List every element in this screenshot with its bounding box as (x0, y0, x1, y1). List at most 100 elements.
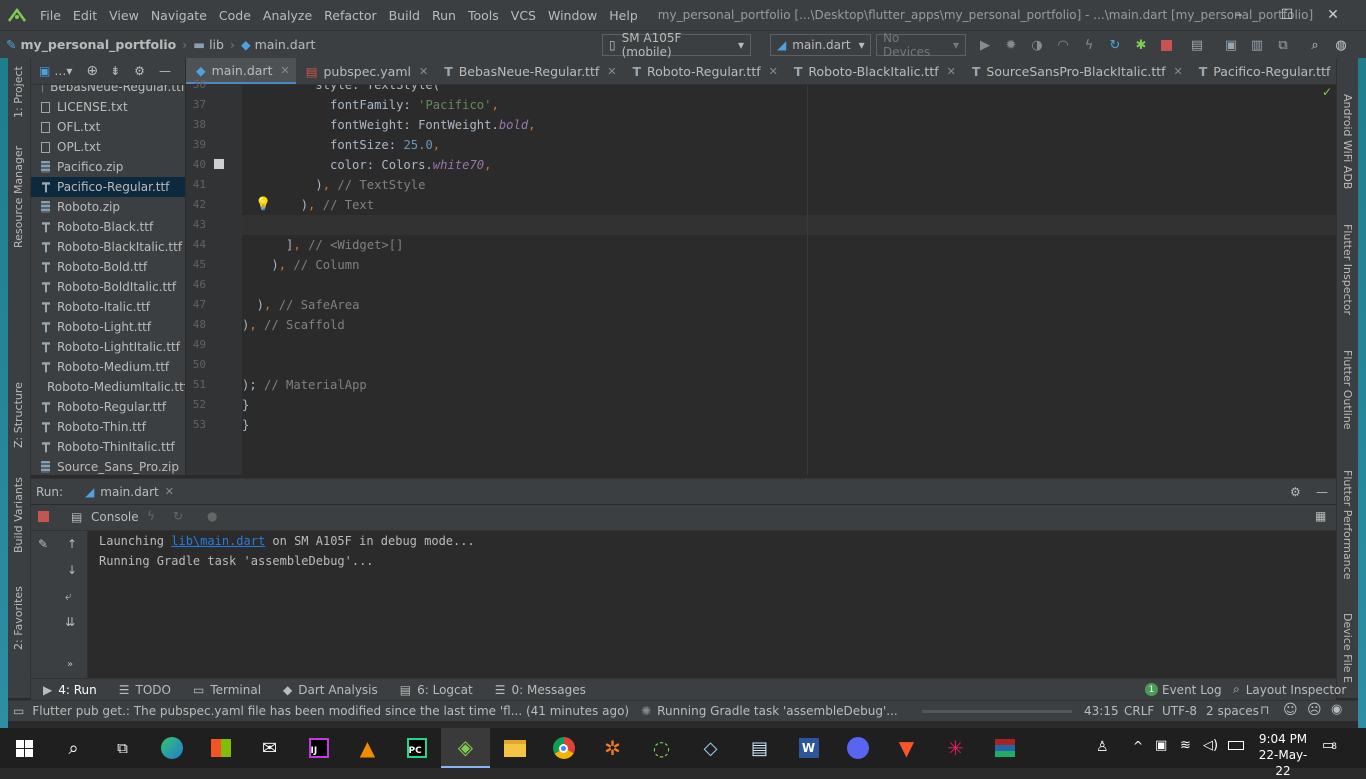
code-editor[interactable]: style: TextStyle( fontFamily: 'Pacifico'… (242, 85, 1336, 475)
file-explorer-icon[interactable] (490, 728, 539, 768)
search-icon[interactable]: ⌕ (1306, 36, 1324, 54)
sync-app-icon[interactable]: ◌ (637, 728, 686, 768)
battery-icon[interactable] (1228, 741, 1244, 750)
color-swatch-icon[interactable] (214, 159, 224, 169)
avd-manager-icon[interactable]: ▣ (1222, 36, 1240, 54)
tab-dart-analysis[interactable]: ◆ Dart Analysis (283, 683, 378, 697)
debug-attach-icon[interactable]: ✱ (1132, 36, 1150, 54)
device-manager-icon[interactable]: ▥ (1248, 36, 1266, 54)
tray-device-icon[interactable]: ▣ (1155, 738, 1167, 753)
editor-tab[interactable]: T BebasNeue-Regular.ttf ✕ (434, 58, 622, 84)
frown-icon[interactable]: ☹ (1307, 702, 1322, 718)
collapse-icon[interactable]: ⇟ (110, 64, 120, 78)
menu-tools[interactable]: Tools (462, 8, 505, 23)
tab-todo[interactable]: ☰ TODO (119, 683, 171, 697)
editor-tab[interactable]: TPacifico-Regular.ttf✕ (1189, 58, 1336, 84)
panel-view-icon[interactable]: ▣ (39, 64, 50, 78)
intellij-icon[interactable]: IJ (294, 728, 343, 768)
menu-analyze[interactable]: Analyze (257, 8, 318, 23)
word-icon[interactable]: W (784, 728, 833, 768)
close-tab-icon[interactable]: ✕ (607, 65, 616, 78)
arrow-up-icon[interactable]: ↑ (67, 537, 77, 551)
menu-run[interactable]: Run (426, 8, 462, 23)
virtualbox-icon[interactable]: ◇ (686, 728, 735, 768)
coverage-icon[interactable]: ◑ (1028, 36, 1046, 54)
slack-icon[interactable]: ✳ (931, 728, 980, 768)
status-task[interactable]: Running Gradle task 'assembleDebug'... (657, 704, 898, 718)
store-icon[interactable] (196, 728, 245, 768)
tree-item[interactable]: Roboto-Thin.ttf (31, 417, 185, 437)
close-tab-icon[interactable]: ✕ (1174, 65, 1183, 78)
menu-build[interactable]: Build (383, 8, 426, 23)
smiley-icon[interactable]: ☺ (1283, 702, 1298, 718)
menu-refactor[interactable]: Refactor (318, 8, 382, 23)
xampp-icon[interactable]: ✲ (588, 728, 637, 768)
tool-window-favorites[interactable]: 2: Favorites (12, 586, 25, 650)
lock-icon[interactable]: ⊓ (1260, 703, 1269, 717)
start-icon[interactable] (0, 728, 49, 768)
pycharm-icon[interactable]: PC (392, 728, 441, 768)
tab-messages[interactable]: ☰ 0: Messages (495, 683, 586, 697)
locate-icon[interactable]: ⊕ (86, 63, 98, 79)
tree-item[interactable]: Roboto-Italic.ttf (31, 297, 185, 317)
notification-center-icon[interactable]: ▭8 (1322, 738, 1337, 753)
status-message[interactable]: Flutter pub get.: The pubspec.yaml file … (32, 704, 629, 718)
notepad-icon[interactable]: ▤ (735, 728, 784, 768)
indent-setting[interactable]: 2 spaces (1206, 704, 1259, 718)
tree-item[interactable]: Roboto-LightItalic.ttf (31, 337, 185, 357)
tree-item[interactable]: Pacifico.zip (31, 157, 185, 177)
clock[interactable]: 9:04 PM 22-May-22 (1252, 731, 1314, 779)
tree-item[interactable]: Roboto-Regular.ttf (31, 397, 185, 417)
menu-file[interactable]: File (34, 8, 67, 23)
close-icon[interactable]: ✕ (165, 485, 174, 498)
tree-item[interactable]: Roboto.zip (31, 197, 185, 217)
tree-item[interactable]: Pacifico-Regular.ttf (31, 177, 185, 197)
stop-icon[interactable] (38, 511, 49, 522)
maximize-button[interactable]: ☐ (1264, 0, 1310, 30)
pin-icon[interactable]: ✎ (38, 537, 48, 551)
run-config-selector[interactable]: ◢ main.dart ▾ (770, 34, 871, 56)
search-icon[interactable]: ⌕ (49, 728, 98, 768)
close-tab-icon[interactable]: ✕ (947, 65, 956, 78)
tree-item[interactable]: OPL.txt (31, 137, 185, 157)
hide-icon[interactable]: — (159, 64, 171, 78)
tool-window-wifi-adb[interactable]: Android WiFi ADB (1341, 94, 1354, 189)
sync-icon[interactable]: ⧉ (1274, 36, 1292, 54)
gear-icon[interactable]: ⚙ (134, 64, 145, 78)
tab-terminal[interactable]: ▭ Terminal (193, 683, 261, 697)
tree-item[interactable]: OFL.txt (31, 117, 185, 137)
hot-restart-icon[interactable]: ↻ (173, 509, 183, 523)
lightbulb-icon[interactable]: 💡 (255, 197, 271, 212)
tree-item[interactable]: Roboto-Black.ttf (31, 217, 185, 237)
device-selector[interactable]: ▯ SM A105F (mobile) ▾ (602, 31, 751, 59)
arrow-down-icon[interactable]: ↓ (67, 563, 77, 577)
console-tab[interactable]: Console (91, 510, 139, 524)
hot-restart-icon[interactable]: ↻ (1106, 36, 1124, 54)
sdk-manager-icon[interactable]: ▤ (1188, 36, 1206, 54)
target-selector[interactable]: No Devices ▾ (876, 31, 966, 59)
tab-layout-inspector[interactable]: ⌕ Layout Inspector (1233, 682, 1346, 697)
tool-window-flutter-outline[interactable]: Flutter Outline (1341, 350, 1354, 430)
chevron-up-icon[interactable]: ^ (1133, 739, 1143, 753)
hot-reload-icon[interactable]: ϟ (1080, 36, 1098, 54)
console-link[interactable]: lib\main.dart (171, 534, 265, 548)
tab-event-log[interactable]: 1 Event Log (1145, 683, 1222, 697)
file-encoding[interactable]: UTF-8 (1162, 704, 1197, 718)
menu-vcs[interactable]: VCS (505, 8, 542, 23)
debug-icon[interactable]: ✹ (1002, 36, 1020, 54)
breadcrumb-folder[interactable]: lib (209, 37, 224, 52)
tree-item[interactable]: Roboto-Bold.ttf (31, 257, 185, 277)
tool-window-resource-manager[interactable]: Resource Manager (12, 146, 25, 248)
profile-icon[interactable]: ◠ (1054, 36, 1072, 54)
breadcrumb-project[interactable]: my_personal_portfolio (20, 37, 176, 52)
tree-item[interactable]: Roboto-Light.ttf (31, 317, 185, 337)
tree-item[interactable]: BebasNeue-Regular.ttf (31, 85, 185, 97)
tree-item[interactable]: Roboto-Medium.ttf (31, 357, 185, 377)
tool-window-flutter-performance[interactable]: Flutter Performance (1341, 470, 1354, 579)
editor-tab[interactable]: T Roboto-BlackItalic.ttf ✕ (784, 58, 962, 84)
line-separator[interactable]: CRLF (1124, 704, 1154, 718)
close-tab-icon[interactable]: ✕ (769, 65, 778, 78)
close-tab-icon[interactable]: ✕ (280, 64, 289, 77)
volume-icon[interactable]: ◁) (1203, 738, 1218, 753)
tree-item[interactable]: Roboto-ThinItalic.ttf (31, 437, 185, 457)
